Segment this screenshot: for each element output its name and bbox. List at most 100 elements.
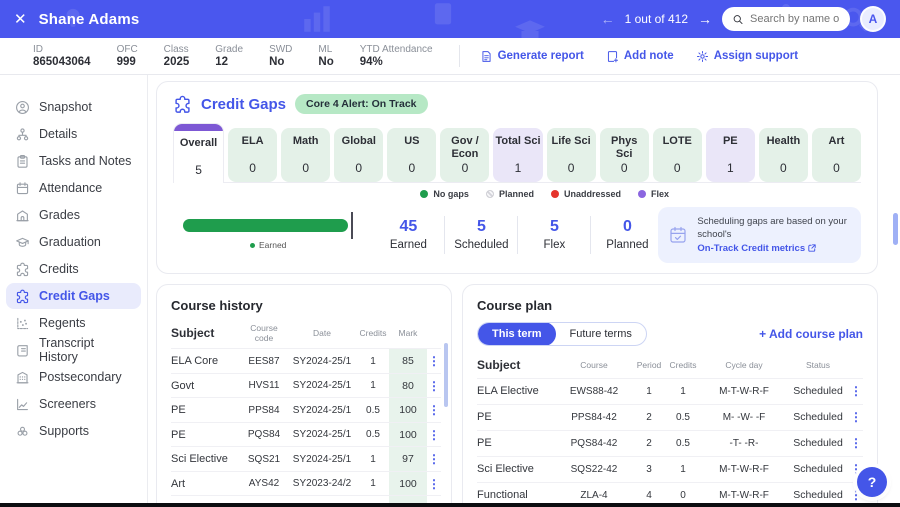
person-circle-icon [15, 100, 30, 115]
tab-value: 1 [706, 161, 755, 175]
assign-support-button[interactable]: Assign support [696, 50, 798, 63]
toggle-this-term[interactable]: This term [478, 322, 556, 346]
stat-planned: 0Planned [596, 218, 658, 251]
add-course-plan-button[interactable]: + Add course plan [759, 327, 863, 341]
search-input[interactable] [750, 13, 840, 25]
gap-legend: No gapsPlannedUnaddressedFlex [173, 189, 861, 199]
sidebar-item-credits[interactable]: Credits [6, 256, 141, 282]
credits-cell: 1 [357, 356, 389, 367]
sidebar-item-credit-gaps[interactable]: Credit Gaps [6, 283, 141, 309]
info-field-value: No [318, 56, 333, 68]
stat-label: Flex [523, 239, 585, 251]
puzzle-icon [173, 95, 192, 114]
credits-cell: 1 [357, 478, 389, 489]
close-icon[interactable]: ✕ [14, 10, 27, 28]
hierarchy-icon [15, 127, 30, 142]
tab-ela[interactable]: ELA0 [228, 128, 277, 182]
tab-global[interactable]: Global0 [334, 128, 383, 182]
sidebar-item-grades[interactable]: Grades [6, 202, 141, 228]
note-text: Scheduling gaps are based on your school… [697, 216, 846, 240]
tab-art[interactable]: Art0 [812, 128, 861, 182]
row-menu-icon[interactable]: ⋮ [849, 410, 863, 424]
status-cell: Scheduled [787, 411, 849, 423]
sidebar-item-regents[interactable]: Regents [6, 310, 141, 336]
sidebar-item-snapshot[interactable]: Snapshot [6, 94, 141, 120]
row-menu-icon[interactable]: ⋮ [849, 436, 863, 450]
sidebar-item-label: Snapshot [39, 100, 92, 114]
tab-overall[interactable]: Overall5 [173, 123, 224, 183]
subject-cell: Sci Elective [171, 453, 241, 465]
sidebar-item-graduation[interactable]: Graduation [6, 229, 141, 255]
student-search[interactable] [722, 7, 850, 31]
help-button[interactable]: ? [857, 467, 887, 497]
on-track-metrics-link[interactable]: On-Track Credit metrics [697, 242, 816, 255]
date-cell: SY2024-25/1 [287, 405, 357, 416]
table-row: Sci ElectiveSQS22-4231M-T-W-R-FScheduled… [477, 456, 863, 482]
tab-total-sci[interactable]: Total Sci1 [493, 128, 542, 182]
row-menu-icon[interactable]: ⋮ [427, 354, 441, 368]
document-icon [480, 50, 493, 63]
credit-gaps-card: Credit Gaps Core 4 Alert: On Track Overa… [156, 81, 878, 274]
row-menu-icon[interactable]: ⋮ [427, 403, 441, 417]
school-icon [15, 208, 30, 223]
table-row: PEPPS84SY2024-25/10.5100⋮ [171, 397, 441, 422]
sidebar-item-label: Screeners [39, 397, 96, 411]
toggle-future-terms[interactable]: Future terms [556, 322, 646, 346]
sidebar-item-postsecondary[interactable]: Postsecondary [6, 364, 141, 390]
tab-label: Total Sci [493, 135, 542, 161]
info-field-label: ML [318, 44, 333, 55]
course-cell: PPS84-42 [555, 412, 633, 423]
course-plan-title: Course plan [477, 298, 863, 313]
action-label: Assign support [714, 50, 798, 62]
date-cell: SY2024-25/1 [287, 380, 357, 391]
course-history-card: Course history SubjectCourse codeDateCre… [156, 284, 452, 503]
column-header-period: Period [633, 360, 665, 370]
decor-grad-cap-icon [510, 14, 550, 38]
course-history-scrollbar[interactable] [444, 343, 448, 407]
sidebar-item-label: Tasks and Notes [39, 154, 131, 168]
date-cell: SY2024-25/1 [287, 429, 357, 440]
sidebar-item-transcript-history[interactable]: Transcript History [6, 337, 141, 363]
tab-life-sci[interactable]: Life Sci0 [547, 128, 596, 182]
table-row: Sci ElectiveSQS21SY2024-25/1197⋮ [171, 446, 441, 471]
add-note-button[interactable]: Add note [606, 50, 674, 63]
info-field: YTD Attendance94% [360, 44, 433, 68]
sidebar-item-label: Transcript History [39, 336, 132, 364]
info-field-label: YTD Attendance [360, 44, 433, 55]
sidebar-item-details[interactable]: Details [6, 121, 141, 147]
tab-pe[interactable]: PE1 [706, 128, 755, 182]
row-menu-icon[interactable]: ⋮ [849, 384, 863, 398]
term-toggle: This term Future terms [477, 322, 647, 346]
row-menu-icon[interactable]: ⋮ [427, 452, 441, 466]
sidebar-item-supports[interactable]: Supports [6, 418, 141, 444]
period-cell: 1 [633, 386, 665, 397]
prev-student-arrow-icon[interactable]: ← [601, 11, 615, 27]
avatar[interactable]: A [860, 6, 886, 32]
row-menu-icon[interactable]: ⋮ [427, 379, 441, 393]
tab-health[interactable]: Health0 [759, 128, 808, 182]
tab-lote[interactable]: LOTE0 [653, 128, 702, 182]
main-content: Credit Gaps Core 4 Alert: On Track Overa… [148, 75, 900, 503]
credits-cell: 1 [357, 454, 389, 465]
sidebar-item-attendance[interactable]: Attendance [6, 175, 141, 201]
next-student-arrow-icon[interactable]: → [698, 11, 712, 27]
grad-cap-icon [15, 235, 30, 250]
column-header-status: Status [787, 360, 849, 370]
row-menu-icon[interactable]: ⋮ [427, 477, 441, 491]
tab-us[interactable]: US0 [387, 128, 436, 182]
tab-gov-econ[interactable]: Gov / Econ0 [440, 128, 489, 182]
row-menu-icon[interactable]: ⋮ [427, 428, 441, 442]
sidebar-item-screeners[interactable]: Screeners [6, 391, 141, 417]
tab-value: 0 [440, 161, 489, 175]
page-scrollbar[interactable] [893, 213, 898, 245]
info-actions: Generate report Add note Assign support [480, 50, 798, 63]
green-dot-icon [420, 190, 428, 198]
tab-math[interactable]: Math0 [281, 128, 330, 182]
subject-cell: Sci Elective [477, 463, 555, 475]
info-field-label: OFC [117, 44, 138, 55]
status-cell: Scheduled [787, 489, 849, 501]
generate-report-button[interactable]: Generate report [480, 50, 584, 63]
tab-phys-sci[interactable]: Phys Sci0 [600, 128, 649, 182]
sidebar-item-tasks-and-notes[interactable]: Tasks and Notes [6, 148, 141, 174]
hatched-dot-icon [486, 190, 494, 198]
